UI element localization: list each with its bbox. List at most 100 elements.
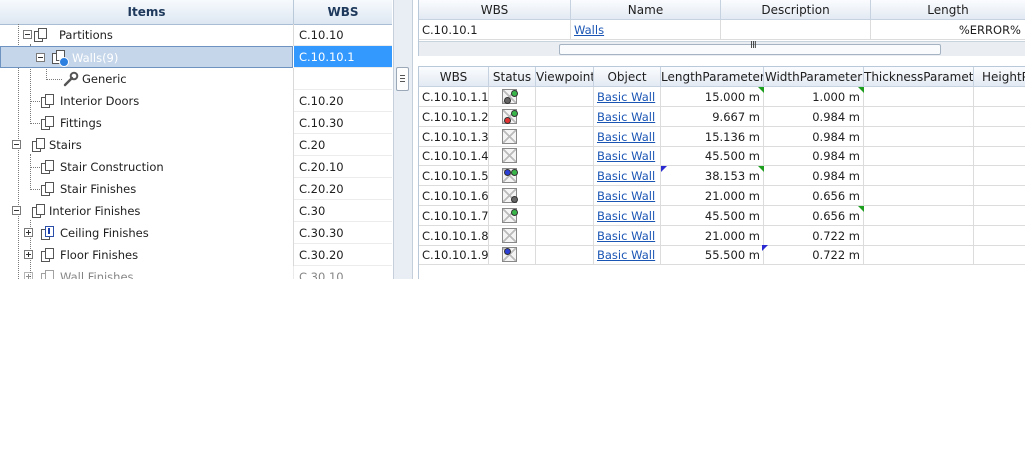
objects-header-viewpoint[interactable]: Viewpoint: [536, 67, 594, 87]
row-thickness-cell: [864, 166, 974, 187]
table-row[interactable]: C.10.10.1.4 Basic Wall 45.500 m 0.984 m: [419, 146, 1025, 167]
row-object-link[interactable]: Basic Wall: [594, 225, 661, 246]
objects-header-thickness[interactable]: ThicknessParameter: [864, 67, 974, 87]
row-wbs-cell: C.10.10.1.4: [419, 146, 489, 167]
expand-icon[interactable]: [24, 250, 33, 259]
expand-icon[interactable]: [24, 228, 33, 237]
summary-header-wbs[interactable]: WBS: [419, 0, 571, 20]
row-wbs-cell: C.10.10.1.1: [419, 87, 489, 107]
status-icon[interactable]: [502, 188, 518, 203]
row-object-link[interactable]: Basic Wall: [594, 106, 661, 127]
status-icon[interactable]: [502, 247, 517, 263]
objects-header-length[interactable]: LengthParameter: [661, 67, 764, 87]
objects-header-height[interactable]: HeightPa: [974, 67, 1025, 87]
tree-row-floor-finishes[interactable]: Floor Finishes C.30.20: [0, 244, 392, 266]
folder-icon: [32, 138, 45, 152]
tree-row-partitions[interactable]: Partitions C.10.10: [0, 24, 392, 46]
row-thickness-cell: [864, 146, 974, 167]
row-thickness-cell: [864, 87, 974, 107]
status-dot-icon: [511, 169, 518, 177]
tree-item-wbs: C.20.10: [294, 156, 392, 178]
row-wbs-cell: C.10.10.1.8: [419, 225, 489, 246]
wbs-column-header[interactable]: WBS: [294, 0, 392, 24]
row-wbs-cell: C.10.10.1.5: [419, 166, 489, 187]
status-icon[interactable]: [502, 227, 517, 243]
expand-icon[interactable]: [24, 272, 33, 279]
row-object-link[interactable]: Basic Wall: [594, 126, 661, 147]
tree-row-generic[interactable]: Generic: [0, 68, 392, 90]
row-thickness-cell: [864, 225, 974, 246]
summary-grid: WBS Name Description Length C.10.10.1 Wa…: [418, 0, 1025, 56]
tree-row-stairs[interactable]: Stairs C.20: [0, 134, 392, 156]
status-icon[interactable]: [502, 128, 517, 144]
collapse-icon[interactable]: [23, 30, 32, 39]
tree-row-stair-construction[interactable]: Stair Construction C.20.10: [0, 156, 392, 178]
collapse-icon[interactable]: [12, 206, 21, 215]
cell-marker-icon: [858, 205, 864, 212]
folder-icon: [41, 182, 54, 196]
summary-header-description[interactable]: Description: [721, 0, 871, 20]
tree-row-fittings[interactable]: Fittings C.10.30: [0, 112, 392, 134]
row-length-cell: 21.000 m: [661, 225, 764, 246]
summary-cell-name-link[interactable]: Walls: [571, 20, 721, 40]
table-row[interactable]: C.10.10.1.3 Basic Wall 15.136 m 0.984 m: [419, 126, 1025, 147]
row-object-link[interactable]: Basic Wall: [594, 245, 661, 266]
row-thickness-cell: [864, 205, 974, 226]
table-row[interactable]: C.10.10.1.6 Basic Wall 21.000 m 0.656 m: [419, 186, 1025, 206]
tree-item-wbs: C.10.20: [294, 90, 392, 112]
status-icon[interactable]: [502, 108, 518, 124]
status-icon[interactable]: [502, 168, 518, 184]
tree-item-wbs: C.30.20: [294, 244, 392, 266]
tree-row-interior-finishes[interactable]: Interior Finishes C.30: [0, 200, 392, 222]
status-icon[interactable]: [502, 148, 517, 164]
row-thickness-cell: [864, 186, 974, 206]
row-viewpoint-cell: [536, 87, 594, 107]
table-row[interactable]: C.10.10.1.1 Basic Wall 15.000 m 1.000 m: [419, 87, 1025, 107]
collapse-icon[interactable]: [36, 53, 45, 62]
row-wbs-cell: C.10.10.1.9: [419, 245, 489, 266]
objects-header-wbs[interactable]: WBS: [419, 67, 489, 87]
table-row[interactable]: C.10.10.1.9 Basic Wall 55.500 m 0.722 m: [419, 245, 1025, 266]
tree-row-walls[interactable]: Walls(9) C.10.10.1: [0, 46, 392, 68]
row-thickness-cell: [864, 245, 974, 266]
objects-grid: WBS Status Viewpoint Object LengthParame…: [418, 66, 1025, 279]
tree-item-wbs: C.20.20: [294, 178, 392, 200]
scroll-thumb[interactable]: III: [559, 40, 941, 55]
row-viewpoint-cell: [536, 166, 594, 187]
vertical-scrollbar[interactable]: [393, 0, 413, 279]
tree-item-label: Stair Finishes: [60, 182, 137, 196]
cell-marker-icon: [762, 245, 768, 252]
tree-row-interior-doors[interactable]: Interior Doors C.10.20: [0, 90, 392, 112]
objects-header-status[interactable]: Status: [489, 67, 536, 87]
cell-marker-icon: [858, 87, 864, 93]
row-object-link[interactable]: Basic Wall: [594, 87, 661, 107]
table-row[interactable]: C.10.10.1.5 Basic Wall 38.153 m 0.984 m: [419, 166, 1025, 187]
status-icon[interactable]: [502, 207, 518, 223]
row-object-link[interactable]: Basic Wall: [594, 166, 661, 187]
summary-header-length[interactable]: Length: [871, 0, 1025, 20]
status-dot-icon: [504, 97, 511, 104]
row-width-cell: 0.656 m: [764, 205, 864, 226]
row-length-cell: 45.500 m: [661, 205, 764, 226]
horizontal-scrollbar[interactable]: III: [419, 40, 1025, 56]
tree-row-stair-finishes[interactable]: Stair Finishes C.20.20: [0, 178, 392, 200]
row-object-link[interactable]: Basic Wall: [594, 186, 661, 206]
objects-header-object[interactable]: Object: [594, 67, 661, 87]
row-object-link[interactable]: Basic Wall: [594, 146, 661, 167]
items-column-header[interactable]: Items: [0, 0, 294, 24]
tree-row-wall-finishes[interactable]: Wall Finishes C.30.10: [0, 266, 392, 279]
table-row[interactable]: C.10.10.1.2 Basic Wall 9.667 m 0.984 m: [419, 106, 1025, 127]
row-viewpoint-cell: [536, 245, 594, 266]
tree-row-ceiling-finishes[interactable]: Ceiling Finishes C.30.30: [0, 222, 392, 244]
table-row[interactable]: C.10.10.1.7 Basic Wall 45.500 m 0.656 m: [419, 205, 1025, 226]
collapse-icon[interactable]: [12, 140, 21, 149]
row-viewpoint-cell: [536, 225, 594, 246]
row-object-link[interactable]: Basic Wall: [594, 205, 661, 226]
objects-header-width[interactable]: WidthParameter: [764, 67, 864, 87]
table-row[interactable]: C.10.10.1.8 Basic Wall 21.000 m 0.722 m: [419, 225, 1025, 246]
summary-header-name[interactable]: Name: [571, 0, 721, 20]
tree-item-label: Interior Doors: [60, 94, 140, 108]
status-icon[interactable]: [502, 89, 518, 104]
scroll-thumb[interactable]: [396, 67, 409, 91]
row-length-cell: 9.667 m: [661, 106, 764, 127]
